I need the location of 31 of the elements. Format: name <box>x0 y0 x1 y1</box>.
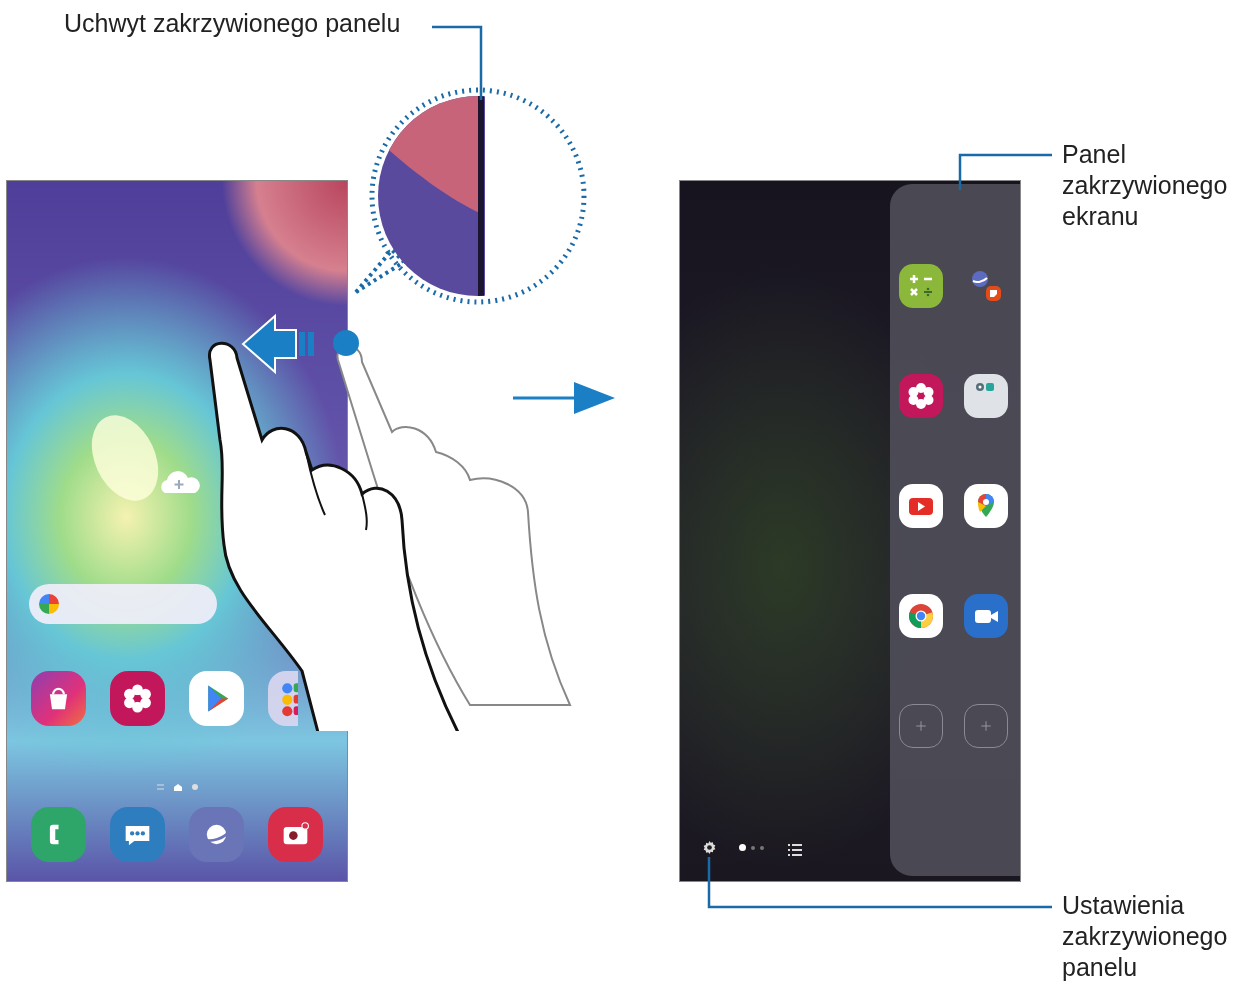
flower-icon[interactable] <box>110 671 165 726</box>
page-dot[interactable] <box>751 845 755 850</box>
callout-label: Ustawienia zakrzywionego panelu <box>1062 890 1229 983</box>
play-icon[interactable] <box>189 671 244 726</box>
play-button-icon[interactable] <box>899 484 943 528</box>
flower-icon[interactable] <box>899 374 943 418</box>
planet-icon[interactable] <box>189 807 244 862</box>
arrow-icon <box>513 382 615 414</box>
page-dot[interactable] <box>739 844 746 851</box>
chat-bubble-icon[interactable] <box>110 807 165 862</box>
swipe-arrow-icon <box>241 313 314 375</box>
google-logo-icon <box>39 594 59 614</box>
phone-icon[interactable] <box>31 807 86 862</box>
video-camera-icon[interactable] <box>964 594 1008 638</box>
search-bar[interactable] <box>29 584 217 624</box>
callout-label: Uchwyt zakrzywionego panelu <box>64 8 401 39</box>
folder-icon[interactable] <box>964 374 1008 418</box>
app-folder-icon[interactable] <box>268 671 298 726</box>
plus-icon <box>915 720 927 732</box>
calculator-icon[interactable] <box>899 264 943 308</box>
settings-icon[interactable] <box>702 840 717 855</box>
add-app-button[interactable] <box>964 704 1008 748</box>
map-pin-icon[interactable] <box>964 484 1008 528</box>
plus-icon <box>980 720 992 732</box>
camera-icon[interactable] <box>268 807 323 862</box>
chrome-icon[interactable] <box>899 594 943 638</box>
page-dot[interactable] <box>760 845 764 850</box>
callout-label: Panel zakrzywionego ekranu <box>1062 139 1229 232</box>
shopping-bag-icon[interactable] <box>31 671 86 726</box>
add-app-button[interactable] <box>899 704 943 748</box>
list-icon[interactable] <box>788 841 802 854</box>
